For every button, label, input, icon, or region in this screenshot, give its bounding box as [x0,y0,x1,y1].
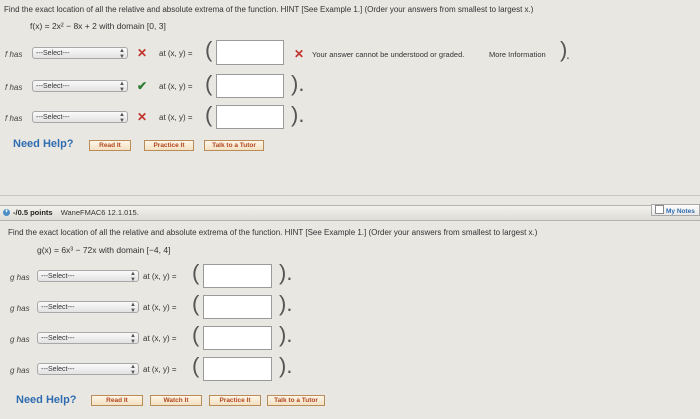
at-xy-label: at (x, y) = [143,272,177,281]
answer-input[interactable] [203,264,272,288]
question-1-function: f(x) = 2x² − 8x + 2 with domain [0, 3] [30,21,166,31]
period-icon: . [566,46,570,62]
error-message: Your answer cannot be understood or grad… [312,50,465,59]
select-value: ---Select--- [36,83,70,90]
question-2-prompt: Find the exact location of all the relat… [8,228,538,237]
question-2-function: g(x) = 6x³ − 72x with domain [−4, 4] [37,245,171,255]
close-paren-icon: ). [291,102,305,127]
row-label: f has [5,83,23,92]
my-notes-label: My Notes [666,208,695,215]
open-paren-icon: ( [192,353,200,378]
extrema-type-select[interactable]: ---Select--- ▲ ▼ [32,47,128,60]
extrema-type-select[interactable]: ---Select--- ▲ ▼ [37,363,139,376]
points-label: -/0.5 points WaneFMAC6 12.1.015. [13,208,139,217]
read-it-button[interactable]: Read It [89,140,131,151]
incorrect-x-icon: ✕ [137,46,148,60]
answer-input[interactable] [203,326,272,350]
collapse-icon[interactable]: + [3,209,10,216]
row-label: f has [5,114,23,123]
open-paren-icon: ( [192,291,200,316]
select-arrows-icon: ▲ ▼ [130,364,136,376]
question-source: WaneFMAC6 12.1.015. [60,208,139,217]
at-xy-label: at (x, y) = [143,303,177,312]
select-value: ---Select--- [36,114,70,121]
answer-input[interactable] [216,105,284,129]
talk-to-tutor-button[interactable]: Talk to a Tutor [204,140,264,151]
extrema-type-select[interactable]: ---Select--- ▲ ▼ [32,111,128,124]
more-information-link[interactable]: More Information [489,50,546,59]
talk-to-tutor-button[interactable]: Talk to a Tutor [267,395,325,406]
need-help-title: Need Help? [13,138,74,150]
at-xy-label: at (x, y) = [143,334,177,343]
close-paren-icon: ). [279,353,293,378]
select-arrows-icon: ▲ ▼ [130,302,136,314]
error-x-icon: ✕ [294,47,305,61]
close-paren-icon: ). [279,322,293,347]
select-arrows-icon: ▲ ▼ [130,271,136,283]
open-paren-icon: ( [192,322,200,347]
row-label: f has [5,50,23,59]
at-xy-label: at (x, y) = [159,113,193,122]
select-arrows-icon: ▲ ▼ [119,48,125,60]
select-value: ---Select--- [41,273,75,280]
select-value: ---Select--- [41,366,75,373]
practice-it-button[interactable]: Practice It [144,140,194,151]
select-arrows-icon: ▲ ▼ [119,112,125,124]
question-1-prompt: Find the exact location of all the relat… [4,5,534,14]
question-divider [0,195,700,196]
select-value: ---Select--- [41,304,75,311]
notes-checkbox-icon [655,205,664,214]
select-arrows-icon: ▲ ▼ [130,333,136,345]
extrema-type-select[interactable]: ---Select--- ▲ ▼ [32,80,128,93]
extrema-type-select[interactable]: ---Select--- ▲ ▼ [37,301,139,314]
select-value: ---Select--- [41,335,75,342]
my-notes-button[interactable]: My Notes [651,204,700,216]
answer-input[interactable] [203,295,272,319]
at-xy-label: at (x, y) = [159,82,193,91]
select-value: ---Select--- [36,50,70,57]
correct-check-icon: ✔ [137,79,148,93]
answer-input[interactable] [216,74,284,98]
row-label: g has [10,335,30,344]
open-paren-icon: ( [205,71,213,96]
extrema-type-select[interactable]: ---Select--- ▲ ▼ [37,332,139,345]
watch-it-button[interactable]: Watch It [150,395,202,406]
open-paren-icon: ( [192,260,200,285]
open-paren-icon: ( [205,102,213,127]
answer-input[interactable] [203,357,272,381]
open-paren-icon: ( [205,37,213,62]
row-label: g has [10,366,30,375]
extrema-type-select[interactable]: ---Select--- ▲ ▼ [37,270,139,283]
read-it-button[interactable]: Read It [91,395,143,406]
incorrect-x-icon: ✕ [137,110,148,124]
practice-it-button[interactable]: Practice It [209,395,261,406]
at-xy-label: at (x, y) = [143,365,177,374]
row-label: g has [10,304,30,313]
at-xy-label: at (x, y) = [159,49,193,58]
answer-input[interactable] [216,40,284,65]
need-help-title: Need Help? [16,394,77,406]
points-value: -/0.5 points [13,208,53,217]
close-paren-icon: ). [279,291,293,316]
close-paren-icon: ). [279,260,293,285]
close-paren-icon: ). [291,71,305,96]
row-label: g has [10,273,30,282]
select-arrows-icon: ▲ ▼ [119,81,125,93]
